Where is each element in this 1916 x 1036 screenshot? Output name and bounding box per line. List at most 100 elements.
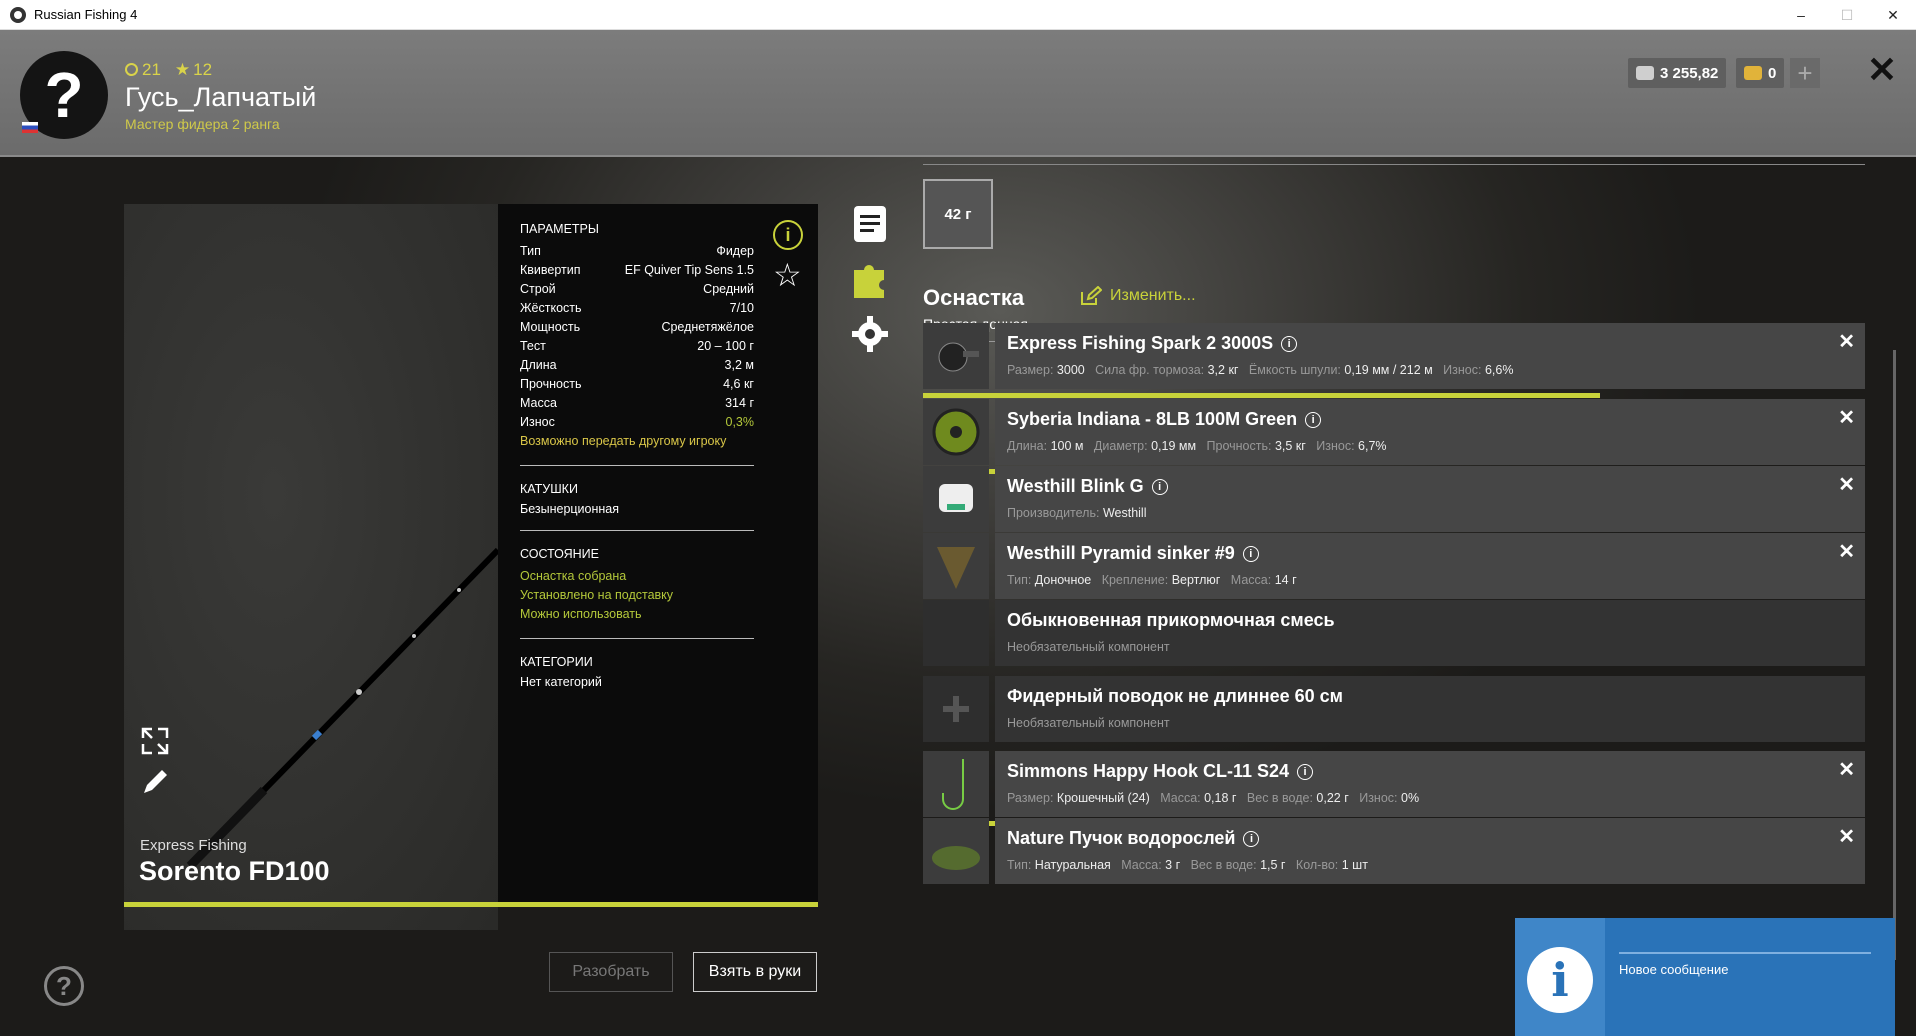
info-icon[interactable]: i: [1297, 763, 1314, 780]
toast-message: Новое сообщение: [1619, 962, 1729, 977]
detail-value: Вертлюг: [1171, 573, 1221, 587]
detail-value: 0,18 г: [1204, 791, 1237, 805]
close-button[interactable]: ✕: [1864, 49, 1900, 90]
slot-name: Westhill Blink G i: [1007, 476, 1168, 497]
rig-slot[interactable]: Фидерный поводок не длиннее 60 см Необяза…: [923, 676, 1865, 742]
document-icon[interactable]: [852, 204, 888, 244]
param-key: Тест: [520, 339, 546, 353]
detail-key: Износ:: [1359, 791, 1398, 805]
detail-value: Доночное: [1034, 573, 1092, 587]
param-row: Прочность 4,6 кг: [520, 375, 754, 394]
weight-badge: 42 г: [923, 179, 993, 249]
rig-slot[interactable]: Westhill Pyramid sinker #9 i Тип: Доночное…: [923, 533, 1865, 599]
scrollbar[interactable]: [1893, 350, 1896, 960]
player-stats: 21 ★ 12: [125, 60, 212, 80]
slot-thumbnail: [923, 399, 989, 465]
minimize-button[interactable]: –: [1778, 0, 1824, 30]
remove-slot-button[interactable]: ✕: [1838, 539, 1855, 564]
slot-thumbnail: [923, 676, 989, 742]
slot-details: Длина: 100 м Диаметр: 0,19 мм Прочность:…: [1007, 439, 1397, 453]
slot-thumbnail: [923, 600, 989, 666]
add-gold-button[interactable]: +: [1790, 58, 1820, 88]
slot-name: Фидерный поводок не длиннее 60 см: [1007, 686, 1343, 707]
remove-slot-button[interactable]: ✕: [1838, 824, 1855, 849]
stars-value: 12: [193, 60, 213, 79]
param-row: Длина 3,2 м: [520, 356, 754, 375]
remove-slot-button[interactable]: ✕: [1838, 329, 1855, 354]
info-icon[interactable]: i: [1243, 830, 1260, 847]
param-value: Фидер: [716, 244, 754, 258]
edit-label: Изменить...: [1110, 287, 1196, 304]
detail-key: Масса:: [1160, 791, 1201, 805]
help-icon[interactable]: ?: [44, 966, 84, 1006]
detail-key: Производитель:: [1007, 506, 1100, 520]
window-close-button[interactable]: ✕: [1870, 0, 1916, 30]
remove-slot-button[interactable]: ✕: [1838, 757, 1855, 782]
detail-value: 100 м: [1050, 439, 1084, 453]
rig-slot[interactable]: Syberia Indiana - 8LB 100M Green i Длина: …: [923, 399, 1865, 474]
gear-icon[interactable]: [852, 314, 888, 354]
slot-thumbnail: [923, 323, 989, 389]
slot-body: Обыкновенная прикормочная смесь Необязате…: [995, 600, 1865, 666]
detail-key: Кол-во:: [1295, 858, 1339, 872]
detail-key: Необязательный компонент: [1007, 640, 1170, 654]
slot-body: Express Fishing Spark 2 3000S i Размер: 30…: [995, 323, 1865, 389]
rod-params-panel: ПАРАМЕТРЫ Тип Фидер Квивертип EF Quiver Tip…: [498, 204, 818, 902]
window-titlebar: Russian Fishing 4 – ☐ ✕: [0, 0, 1916, 30]
divider: [520, 465, 754, 466]
disassemble-button[interactable]: Разобрать: [549, 952, 673, 992]
slot-details: Тип: Доночное Крепление: Вертлюг Масса: …: [1007, 573, 1307, 587]
gold-coin-icon: [1744, 66, 1762, 80]
info-icon[interactable]: i: [1305, 411, 1322, 428]
info-icon[interactable]: i: [1151, 478, 1168, 495]
rig-slot[interactable]: Nature Пучок водорослей i Тип: Натуральная…: [923, 818, 1865, 884]
detail-value: 3,5 кг: [1274, 439, 1306, 453]
detail-value: Крошечный (24): [1056, 791, 1150, 805]
detail-key: Износ:: [1443, 363, 1482, 377]
rig-slot[interactable]: Express Fishing Spark 2 3000S i Размер: 30…: [923, 323, 1865, 398]
detail-key: Вес в воде:: [1246, 791, 1313, 805]
slot-title: Nature Пучок водорослей: [1007, 828, 1236, 848]
pencil-icon[interactable]: [140, 767, 170, 797]
rig-slot[interactable]: Simmons Happy Hook CL-11 S24 i Размер: Кро…: [923, 751, 1865, 826]
maximize-button[interactable]: ☐: [1824, 0, 1870, 30]
state-item: Можно использовать: [520, 607, 642, 621]
info-icon[interactable]: i: [1281, 335, 1298, 352]
fishing-rod-illustration: [186, 547, 498, 870]
slot-body: Syberia Indiana - 8LB 100M Green i Длина: …: [995, 399, 1865, 465]
rig-slot[interactable]: Обыкновенная прикормочная смесь Необязате…: [923, 600, 1865, 666]
param-key: Износ: [520, 415, 555, 429]
param-row: Тип Фидер: [520, 242, 754, 261]
game-screen: ? 21 ★ 12 Гусь_Лапчатый Мастер фидера 2 р…: [0, 30, 1916, 1036]
param-key: Масса: [520, 396, 557, 410]
remove-slot-button[interactable]: ✕: [1838, 472, 1855, 497]
info-icon[interactable]: i: [773, 220, 803, 250]
detail-value: Натуральная: [1034, 858, 1111, 872]
param-value: Средний: [703, 282, 754, 296]
puzzle-icon[interactable]: [852, 258, 888, 298]
reels-title: КАТУШКИ: [520, 482, 578, 496]
detail-value: 0,19 мм: [1151, 439, 1197, 453]
reels-value: Безынерционная: [520, 502, 620, 516]
edit-rig-button[interactable]: Изменить...: [1080, 286, 1196, 306]
rig-slot[interactable]: Westhill Blink G i Производитель: Westhill…: [923, 466, 1865, 532]
detail-key: Масса:: [1121, 858, 1162, 872]
take-in-hands-button[interactable]: Взять в руки: [693, 952, 817, 992]
detail-key: Тип:: [1007, 858, 1032, 872]
param-value: EF Quiver Tip Sens 1.5: [624, 263, 754, 277]
russia-flag-icon: [22, 122, 38, 133]
param-value: 3,2 м: [724, 358, 754, 372]
info-icon[interactable]: i: [1242, 545, 1259, 562]
app-icon: [10, 6, 26, 23]
player-header: ? 21 ★ 12 Гусь_Лапчатый Мастер фидера 2 р…: [0, 30, 1916, 157]
expand-icon[interactable]: [140, 726, 170, 756]
detail-value: 6,6%: [1484, 363, 1514, 377]
slot-title: Syberia Indiana - 8LB 100M Green: [1007, 409, 1298, 429]
slot-details: Необязательный компонент: [1007, 640, 1170, 654]
favorite-star-icon[interactable]: ☆: [773, 256, 802, 294]
slot-body: Westhill Blink G i Производитель: Westhill…: [995, 466, 1865, 532]
remove-slot-button[interactable]: ✕: [1838, 405, 1855, 430]
param-row: Мощность Среднетяжёлое: [520, 318, 754, 337]
notification-toast[interactable]: i Новое сообщение: [1515, 918, 1895, 1036]
wear-bar: [923, 393, 1600, 398]
